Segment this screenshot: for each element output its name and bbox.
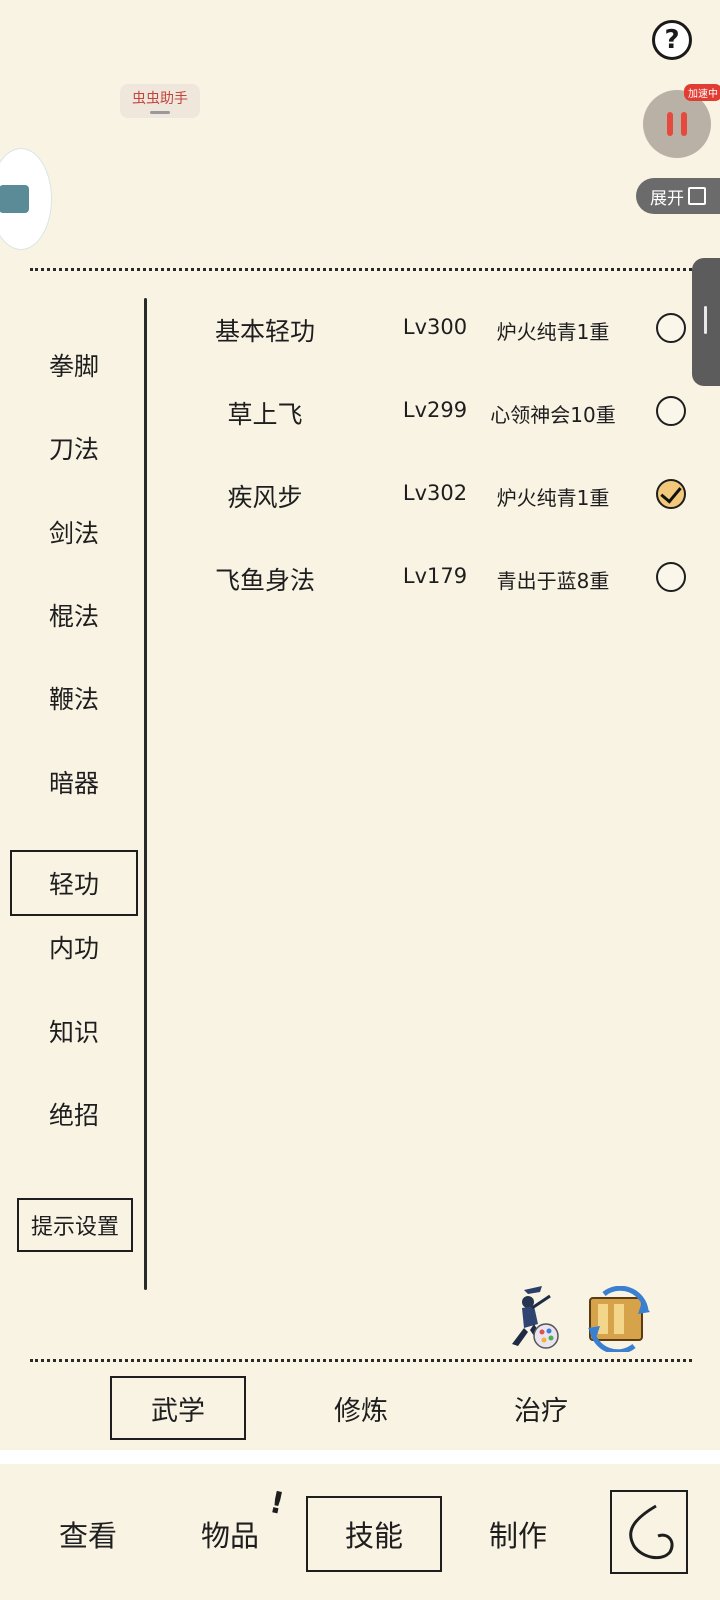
assistant-label: 虫虫助手 [132,91,188,107]
category-neigong[interactable]: 内功 [10,917,138,977]
nav-craft[interactable]: 制作 [466,1496,570,1572]
skill-level: Lv179 [402,564,468,588]
skill-level: Lv300 [402,315,468,339]
items-alert-badge: ! [266,1484,288,1523]
nav-items[interactable]: 物品 [178,1496,282,1572]
skill-row[interactable]: 基本轻功 Lv300 炉火纯青1重 [160,304,700,354]
floating-assistant-ball[interactable] [0,148,52,250]
category-juezhao[interactable]: 绝招 [10,1084,138,1144]
subtab-heal[interactable]: 治疗 [476,1376,606,1440]
column-divider [144,298,147,1290]
category-quanjiao[interactable]: 拳脚 [10,335,138,395]
category-gunfa[interactable]: 棍法 [10,585,138,645]
skill-rank: 青出于蓝8重 [496,569,610,593]
skill-name: 飞鱼身法 [214,566,315,595]
back-button[interactable] [610,1490,688,1574]
help-icon: ? [664,25,680,55]
subtab-martial[interactable]: 武学 [110,1376,246,1440]
nav-skills[interactable]: 技能 [306,1496,442,1572]
scroll-swap-icon[interactable] [584,1286,654,1352]
pause-icon-bar [681,112,687,136]
bottom-divider [30,1359,692,1362]
category-qinggong[interactable]: 轻功 [10,850,138,916]
skill-level: Lv302 [402,481,468,505]
skill-rank: 炉火纯青1重 [496,320,610,344]
expand-label: 展开 [650,188,684,209]
assistant-logo-icon [0,185,29,213]
expand-icon [688,187,706,205]
skill-select-radio[interactable] [656,396,686,426]
speed-badge: 加速中 [684,84,720,101]
expand-button[interactable]: 展开 [636,178,720,214]
skill-select-radio[interactable] [656,313,686,343]
skill-row[interactable]: 疾风步 Lv302 炉火纯青1重 [160,470,700,520]
assistant-chip[interactable]: 虫虫助手 [120,84,200,118]
skill-name: 基本轻功 [214,317,315,346]
skill-name: 草上飞 [227,400,303,429]
ink-band [0,1450,720,1464]
handle-grip-icon [704,306,707,334]
category-anqi[interactable]: 暗器 [10,752,138,812]
skill-select-radio-checked[interactable] [656,479,686,509]
martial-art-icon[interactable] [494,1282,564,1352]
nav-view[interactable]: 查看 [36,1496,140,1572]
skill-rank: 炉火纯青1重 [496,486,610,510]
hint-settings-button[interactable]: 提示设置 [17,1198,133,1252]
skill-name: 疾风步 [227,483,303,512]
category-bianfa[interactable]: 鞭法 [10,668,138,728]
back-icon [629,1504,674,1560]
pause-icon [667,112,673,136]
help-button[interactable]: ? [652,20,692,60]
category-jianfa[interactable]: 剑法 [10,502,138,562]
skill-level: Lv299 [402,398,468,422]
skill-rank: 心领神会10重 [490,403,616,427]
skill-select-radio[interactable] [656,562,686,592]
skill-row[interactable]: 草上飞 Lv299 心领神会10重 [160,387,700,437]
subtab-cultivate[interactable]: 修炼 [296,1376,426,1440]
category-zhishi[interactable]: 知识 [10,1001,138,1061]
skill-row[interactable]: 飞鱼身法 Lv179 青出于蓝8重 [160,553,700,603]
top-divider [30,268,692,271]
category-daofa[interactable]: 刀法 [10,418,138,478]
assistant-drag-bar [150,111,170,114]
